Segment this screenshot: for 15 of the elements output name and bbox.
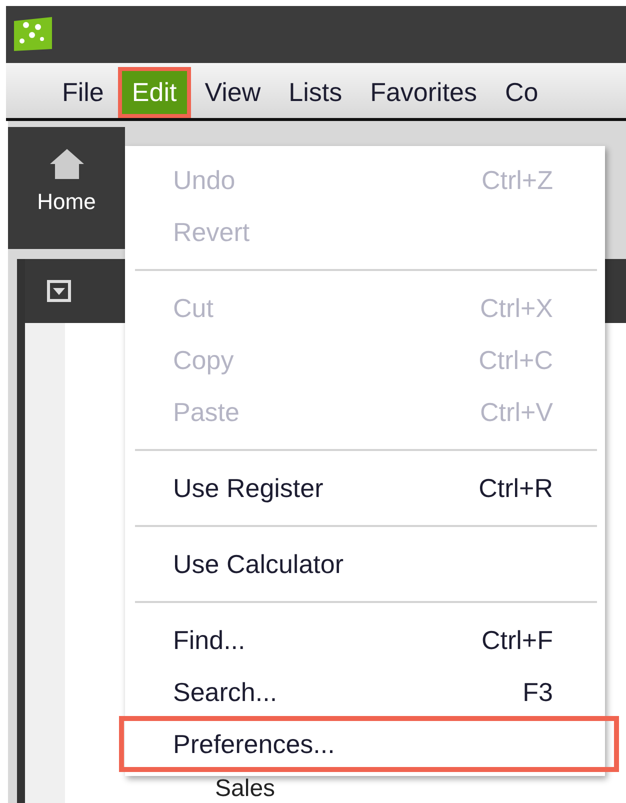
- menu-title[interactable]: Favorites: [356, 66, 491, 118]
- menu-item[interactable]: Search... F3: [125, 666, 605, 718]
- menu-title[interactable]: File: [48, 66, 118, 118]
- menu-title[interactable]: Lists: [274, 66, 356, 118]
- logo-icon: [12, 15, 54, 54]
- panel-item: Sales: [215, 775, 276, 802]
- home-button[interactable]: Home: [29, 127, 104, 221]
- menu-item[interactable]: Find... Ctrl+F: [125, 614, 605, 666]
- dropdown-icon[interactable]: [47, 280, 71, 302]
- menu-item[interactable]: Use Calculator: [125, 538, 605, 590]
- home-icon: [48, 147, 86, 181]
- menu-title[interactable]: Co: [491, 66, 552, 118]
- menu-item[interactable]: Preferences...: [121, 718, 617, 770]
- menu-item[interactable]: Use Register Ctrl+R: [125, 462, 605, 514]
- menu-title[interactable]: View: [190, 66, 275, 118]
